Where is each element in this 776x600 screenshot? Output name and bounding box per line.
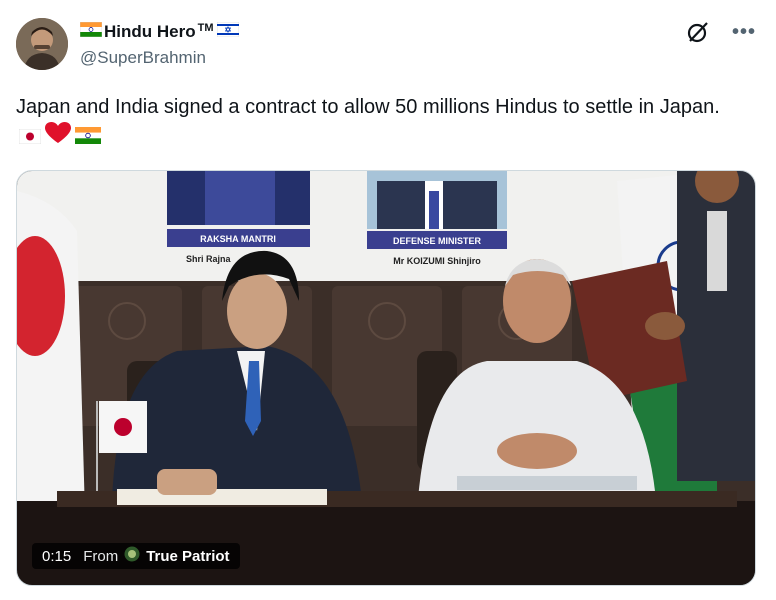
placard-left-name: Shri Rajna: [186, 254, 232, 264]
grok-slash-circle-icon[interactable]: [686, 20, 710, 44]
author-name-row[interactable]: Hindu Hero TM: [79, 21, 239, 43]
placard-right-name: Mr KOIZUMI Shinjiro: [393, 256, 481, 266]
video-from-label: From: [83, 547, 119, 565]
red-heart-icon: [45, 122, 71, 153]
source-avatar-icon: [124, 546, 140, 566]
video-source-badge[interactable]: 0:15 From True Patriot: [32, 543, 240, 569]
video-source-name[interactable]: True Patriot: [146, 548, 229, 565]
japan-flag-icon: [18, 123, 42, 153]
video-duration: 0:15: [42, 547, 72, 565]
author-handle[interactable]: @SuperBrahmin: [80, 48, 206, 68]
israel-flag-icon: [216, 21, 239, 42]
trademark-mark: TM: [197, 22, 214, 34]
placard-left-title: RAKSHA MANTRI: [200, 234, 276, 244]
display-name[interactable]: Hindu Hero: [104, 22, 196, 42]
placard-right-title: DEFENSE MINISTER: [393, 236, 482, 246]
video-player[interactable]: RAKSHA MANTRI Shri Rajna DEFENSE MINISTE…: [16, 170, 756, 586]
india-flag-emoji-icon: [75, 123, 101, 153]
india-flag-icon: [79, 21, 103, 42]
tweet-text: Japan and India signed a contract to all…: [16, 92, 756, 153]
tweet-body: Japan and India signed a contract to all…: [16, 96, 720, 118]
more-dots-icon[interactable]: •••: [732, 22, 756, 42]
avatar[interactable]: [16, 18, 68, 70]
